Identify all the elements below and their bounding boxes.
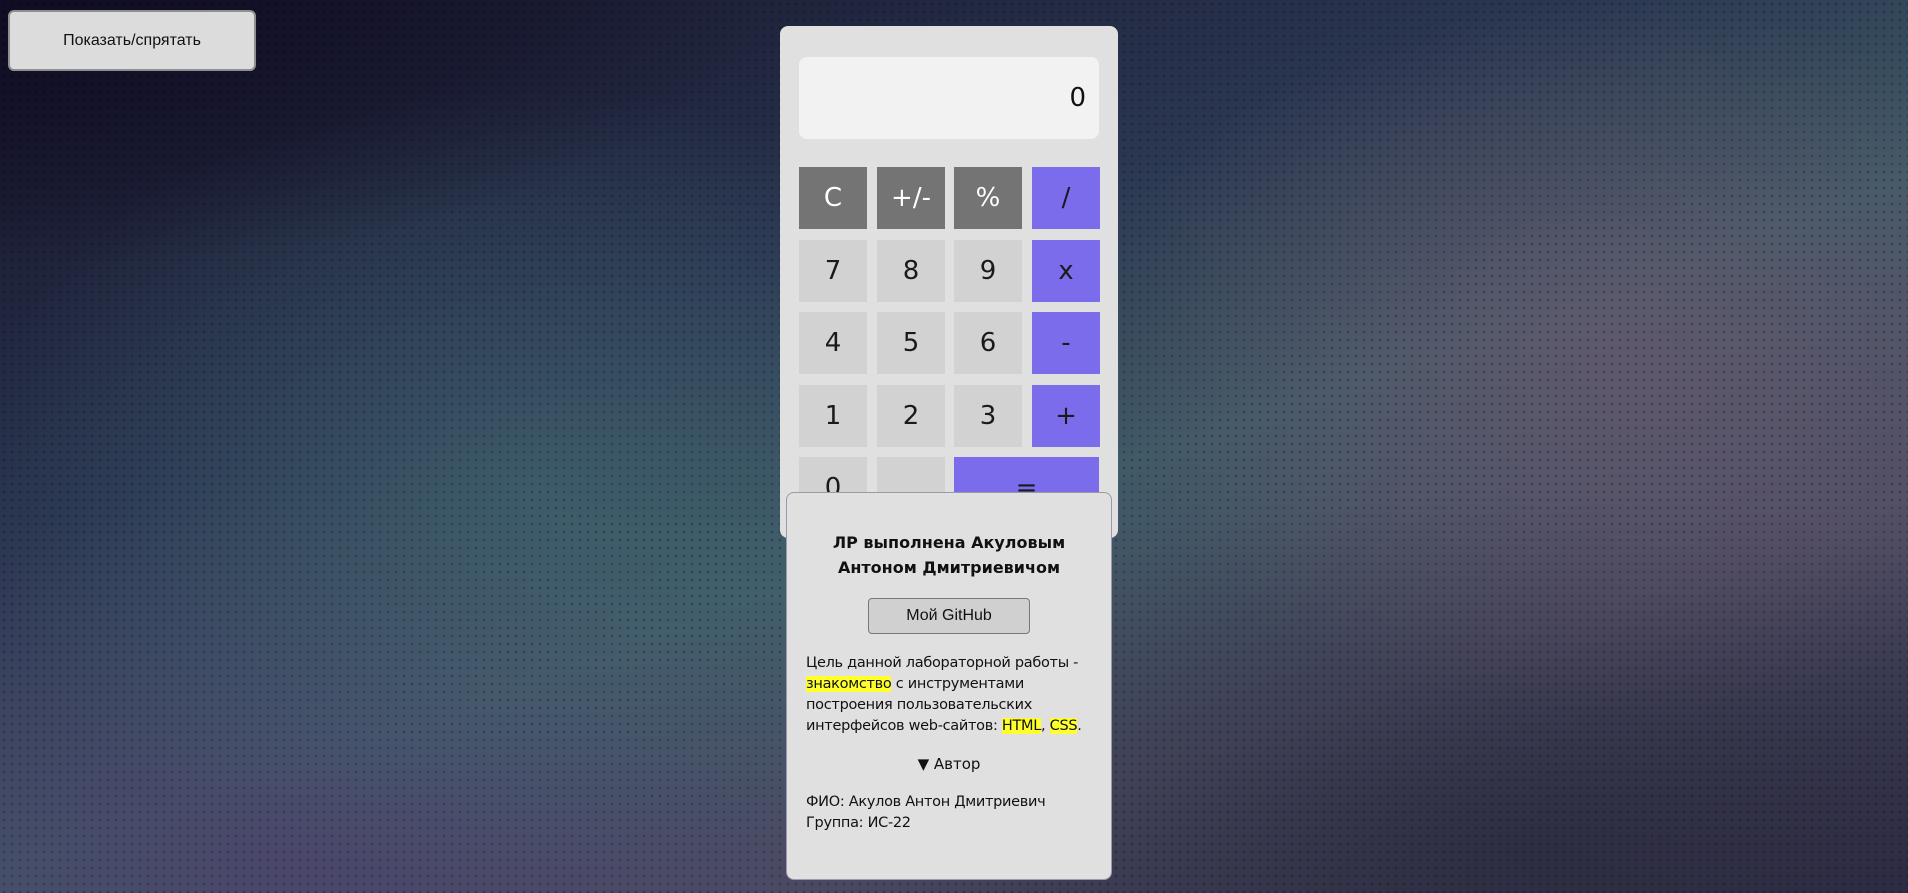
highlight-css: CSS (1049, 718, 1078, 734)
info-title: ЛР выполнена Акуловым Антоном Дмитриевич… (832, 533, 1066, 577)
divide-key[interactable]: / (1032, 167, 1100, 229)
digit-1-key[interactable]: 1 (799, 385, 867, 447)
plus-key[interactable]: + (1032, 385, 1100, 447)
details-label: Автор (933, 755, 981, 773)
sign-toggle-key[interactable]: +/- (877, 167, 945, 229)
author-info-panel: ЛР выполнена Акуловым Антоном Дмитриевич… (786, 492, 1112, 880)
digit-6-key[interactable]: 6 (954, 312, 1022, 374)
multiply-key[interactable]: x (1032, 240, 1100, 302)
digit-7-key[interactable]: 7 (799, 240, 867, 302)
author-group: Группа: ИС-22 (806, 815, 911, 831)
calculator-display: 0 (799, 57, 1099, 139)
github-button[interactable]: Мой GitHub (868, 598, 1030, 634)
digit-4-key[interactable]: 4 (799, 312, 867, 374)
highlight-html: HTML (1001, 718, 1042, 734)
display-value: 0 (1069, 83, 1086, 113)
show-hide-button[interactable]: Показать/спрятать (8, 10, 256, 71)
clear-key[interactable]: C (799, 167, 867, 229)
percent-key[interactable]: % (954, 167, 1022, 229)
goal-text-part: Цель данной лабораторной работы - (806, 655, 1079, 671)
minus-key[interactable]: - (1032, 312, 1100, 374)
goal-text-part: . (1077, 718, 1082, 734)
author-details: ФИО: Акулов Антон Дмитриевич Группа: ИС-… (806, 792, 1092, 834)
highlight-familiarity: знакомство (806, 676, 892, 692)
calculator: 0 C +/- % / 7 8 9 x 4 5 6 - 1 2 3 + 0 = (780, 26, 1118, 538)
digit-2-key[interactable]: 2 (877, 385, 945, 447)
author-details-toggle[interactable]: ▼ Автор (806, 754, 1092, 774)
goal-text-part: , (1041, 718, 1050, 734)
digit-9-key[interactable]: 9 (954, 240, 1022, 302)
author-fio: ФИО: Акулов Антон Дмитриевич (806, 794, 1046, 810)
triangle-down-icon: ▼ (917, 755, 930, 773)
digit-8-key[interactable]: 8 (877, 240, 945, 302)
digit-3-key[interactable]: 3 (954, 385, 1022, 447)
digit-5-key[interactable]: 5 (877, 312, 945, 374)
goal-paragraph: Цель данной лабораторной работы - знаком… (806, 653, 1092, 737)
